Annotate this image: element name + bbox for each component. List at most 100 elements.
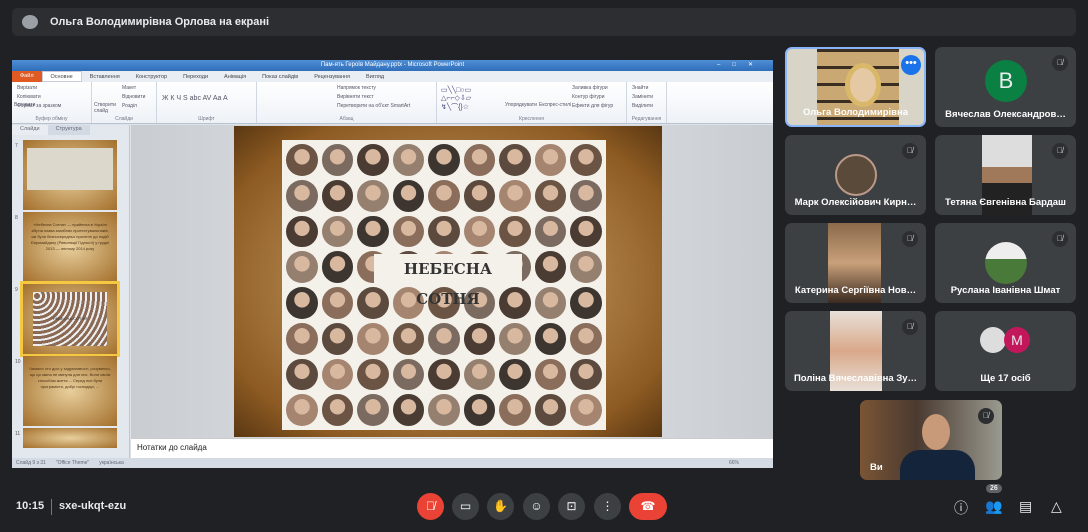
portrait	[321, 251, 354, 283]
participant-tile[interactable]: 🎙̸ Поліна Вячеславівна Зу…	[785, 311, 926, 391]
portrait	[534, 394, 567, 426]
portrait	[534, 322, 567, 355]
participant-name: Руслана Іванівна Шмат	[950, 285, 1061, 296]
quick-styles: Експрес-стилі	[539, 102, 572, 108]
ribbon-tabs: Файл Основне Вставлення Конструктор Пере…	[12, 71, 773, 82]
portrait	[357, 358, 389, 391]
portrait	[286, 179, 318, 212]
participant-tile[interactable]: 🎙̸ Тетяна Євгенівна Бардаш	[935, 135, 1076, 215]
slide-thumbnail: Чимало хто досі у задумливості, розуміюч…	[23, 356, 117, 426]
chat-icon[interactable]: ▤	[1019, 498, 1032, 515]
portrait	[534, 144, 567, 176]
portrait	[499, 144, 531, 176]
portrait	[321, 144, 354, 176]
shared-screen: Пам-ять Героїв Майдану.pptx - Microsoft …	[12, 60, 773, 468]
portrait	[534, 179, 567, 212]
avatar: M	[1004, 327, 1030, 353]
slide-canvas: НЕБЕСНА СОТНЯ	[131, 125, 773, 438]
people-icon[interactable]: 👥	[985, 498, 1002, 515]
reactions-button[interactable]: ☺	[523, 493, 550, 520]
portrait	[570, 322, 602, 355]
ppt-titlebar: Пам-ять Героїв Майдану.pptx - Microsoft …	[12, 60, 773, 71]
more-options-icon[interactable]: •••	[901, 55, 921, 75]
portrait	[286, 287, 318, 319]
portrait	[321, 179, 354, 212]
text-direction: Напрямок тексту	[337, 85, 376, 91]
zoom-level: 66%	[728, 460, 739, 466]
tab-design: Конструктор	[135, 73, 168, 80]
portrait	[321, 287, 354, 319]
tab-slideshow: Показ слайдів	[262, 73, 299, 80]
portrait	[286, 215, 318, 248]
portrait	[392, 394, 425, 426]
find-button: Знайти	[632, 85, 649, 91]
portrait	[570, 215, 602, 248]
slide-thumbnail-selected: НЕБЕСНА СОТНЯ	[20, 281, 120, 357]
participant-name: Марк Олексійович Кирн…	[794, 197, 917, 208]
cut-button: Вирізати	[17, 85, 38, 91]
group-slides: Макет Відновити Розділ Створити слайд Слайди	[92, 82, 157, 123]
group-label: Абзац	[339, 116, 354, 122]
new-slide-button: Створити слайд	[94, 102, 116, 114]
participant-count-badge: 26	[986, 484, 1002, 493]
avatar	[985, 242, 1027, 284]
thumb-title: НЕБЕСНА СОТНЯ	[33, 292, 107, 346]
portrait	[499, 322, 531, 355]
tab-transitions: Переходи	[183, 73, 209, 80]
mic-off-button[interactable]: 🎙̸	[417, 493, 444, 520]
self-video	[922, 414, 950, 450]
info-icon[interactable]: ⓘ	[954, 498, 968, 518]
portrait	[463, 322, 496, 355]
shape-outline: Контур фігури	[572, 94, 605, 100]
raise-hand-button[interactable]: ✋	[487, 493, 514, 520]
tab-animation: Анімація	[224, 73, 247, 80]
participant-tile[interactable]: 🎙̸ Катерина Сергіївна Нов…	[785, 223, 926, 303]
portrait	[463, 358, 496, 391]
pane-tab-outline: Структура	[47, 125, 90, 135]
portrait	[321, 322, 354, 355]
section-button: Розділ	[122, 103, 137, 109]
group-label: Редагування	[631, 116, 662, 122]
portrait	[463, 394, 496, 426]
meeting-code: sxe-ukqt-ezu	[59, 500, 127, 512]
participant-tile[interactable]: 🎙̸ Руслана Іванівна Шмат	[935, 223, 1076, 303]
shape-effects: Ефекти для фігур	[572, 103, 614, 109]
self-view-tile[interactable]: 🎙̸ Ви	[860, 400, 1002, 480]
window-title: Пам-ять Героїв Майдану.pptx - Microsoft …	[320, 62, 465, 68]
reset-button: Відновити	[122, 94, 146, 100]
participant-name: Ви	[870, 462, 883, 473]
portrait	[357, 322, 389, 355]
portrait	[499, 287, 531, 319]
activities-icon[interactable]: △	[1051, 498, 1062, 515]
group-clipboard: Вирізати Копіювати Формат за зразком Буфер …	[12, 82, 92, 123]
theme-name: "Office Theme"	[55, 460, 90, 466]
group-label: Шрифт	[198, 116, 215, 122]
more-participants-tile[interactable]: M Ще 17 осіб	[935, 311, 1076, 391]
portrait	[357, 394, 389, 426]
camera-button[interactable]: ▭	[452, 493, 479, 520]
portrait	[463, 144, 496, 176]
portrait	[499, 179, 531, 212]
portrait	[286, 251, 318, 283]
participant-tile-presenter[interactable]: ••• Ольга Володимирівна	[785, 47, 926, 127]
replace-button: Замінити	[632, 94, 653, 100]
participant-tile[interactable]: 🎙̸ Марк Олексійович Кирн…	[785, 135, 926, 215]
portrait	[428, 179, 460, 212]
portrait	[392, 358, 425, 391]
leave-call-button[interactable]: ☎	[629, 493, 667, 520]
present-button[interactable]: ⊡	[558, 493, 585, 520]
group-editing: Знайти Замінити Виділити Редагування	[627, 82, 667, 123]
paste-button: Вставити	[14, 102, 36, 108]
portrait	[321, 394, 354, 426]
participant-name: Катерина Сергіївна Нов…	[794, 285, 917, 296]
language: українська	[99, 460, 124, 466]
more-options-button[interactable]: ⋮	[594, 493, 621, 520]
select-button: Виділити	[632, 103, 653, 109]
portrait	[499, 358, 531, 391]
portrait	[357, 179, 389, 212]
portrait	[357, 144, 389, 176]
participant-tile[interactable]: 🎙̸ B Вячеслав Олександров…	[935, 47, 1076, 127]
mic-off-icon: 🎙̸	[1052, 55, 1068, 71]
portrait	[286, 144, 318, 176]
portrait	[428, 144, 460, 176]
